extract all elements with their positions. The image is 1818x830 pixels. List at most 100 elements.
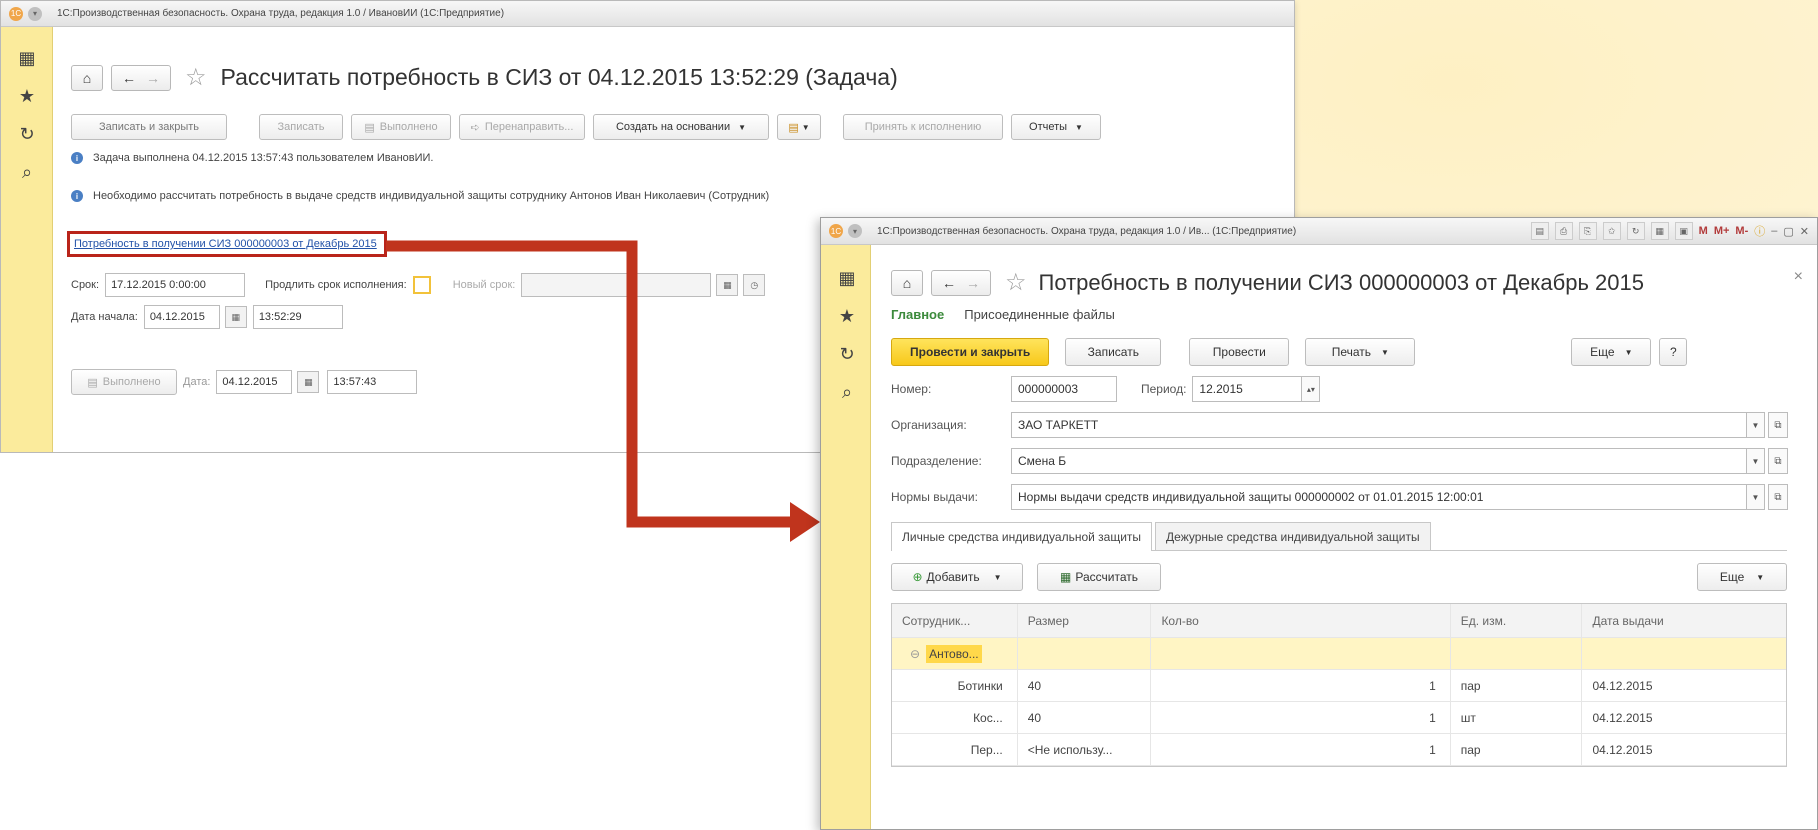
restore-icon[interactable]: ▢ — [1783, 225, 1793, 238]
favorite-star-icon[interactable]: ☆ — [1005, 268, 1027, 297]
history-icon[interactable]: ↻ — [1, 115, 53, 153]
app-logo-icon[interactable]: 1С — [829, 224, 843, 238]
link-icon[interactable]: ⎘ — [1578, 222, 1597, 240]
accept-button[interactable]: Принять к исполнению — [843, 114, 1003, 140]
grid-menu-icon[interactable]: ▦ — [1, 39, 53, 77]
memory-minus-button[interactable]: M- — [1735, 225, 1748, 237]
help-button[interactable]: ? — [1659, 338, 1688, 366]
save-close-button[interactable]: Записать и закрыть — [71, 114, 227, 140]
print-icon[interactable]: ⎙ — [1554, 222, 1573, 240]
form-tabs: Главное Присоединенные файлы — [891, 307, 1817, 322]
org-dropdown-icon[interactable]: ▼ — [1747, 412, 1765, 438]
memory-m-button[interactable]: M — [1699, 225, 1708, 237]
item-date: 04.12.2015 — [1592, 710, 1653, 725]
period-field[interactable]: 12.2015 — [1192, 376, 1303, 402]
tab-files[interactable]: Присоединенные файлы — [964, 307, 1115, 322]
home-button[interactable]: ⌂ — [71, 64, 103, 91]
done-info: i Задача выполнена 04.12.2015 13:57:43 п… — [71, 152, 1294, 164]
col-employee[interactable]: Сотрудник... — [892, 604, 1018, 637]
table-row[interactable]: Пер... <Не использу... 1 пар 04.12.2015 — [892, 734, 1786, 766]
sections-panel: ▦ ★ ↻ ⌕ — [821, 245, 871, 829]
dept-field[interactable]: Смена Б — [1011, 448, 1747, 474]
done-date-field[interactable]: 04.12.2015 — [216, 370, 293, 394]
calculate-button[interactable]: ▦ Рассчитать — [1037, 563, 1161, 591]
col-unit[interactable]: Ед. изм. — [1451, 604, 1583, 637]
tab-duty-ppe[interactable]: Дежурные средства индивидуальной защиты — [1155, 522, 1431, 550]
history-icon[interactable]: ↻ — [821, 335, 873, 373]
save-button[interactable]: Записать — [259, 114, 343, 140]
norms-dropdown-icon[interactable]: ▼ — [1747, 484, 1765, 510]
start-time-field[interactable]: 13:52:29 — [252, 305, 343, 329]
info-icon[interactable]: ⓘ — [1754, 223, 1765, 239]
done-button[interactable]: ▤ Выполнено — [351, 114, 451, 140]
table-row[interactable]: Ботинки 40 1 пар 04.12.2015 — [892, 670, 1786, 702]
org-field[interactable]: ЗАО ТАРКЕТТ — [1011, 412, 1747, 438]
grid-more-button[interactable]: Еще ▼ — [1697, 563, 1787, 591]
post-close-button[interactable]: Провести и закрыть — [891, 338, 1050, 366]
col-qty[interactable]: Кол-во — [1151, 604, 1451, 637]
document-menu-button[interactable]: ▤ ▼ — [777, 114, 821, 140]
dept-dropdown-icon[interactable]: ▼ — [1747, 448, 1765, 474]
search-icon[interactable]: ⌕ — [1, 153, 53, 191]
history-icon[interactable]: ↻ — [1626, 222, 1645, 240]
calc-icon[interactable]: ▦ — [1650, 222, 1669, 240]
back-arrow-icon[interactable]: ← — [122, 70, 136, 86]
redirect-button[interactable]: ➪ Перенаправить... — [459, 114, 585, 140]
calendar-icon[interactable]: ▦ — [224, 306, 247, 328]
group-cell-empty — [1018, 638, 1152, 669]
number-field[interactable]: 000000003 — [1011, 376, 1117, 402]
collapse-icon[interactable]: ⊖ — [910, 647, 920, 661]
deadline-field[interactable]: 17.12.2015 0:00:00 — [105, 273, 246, 297]
period-stepper[interactable]: ▴▾ — [1302, 376, 1321, 402]
favorite-star-icon[interactable]: ☆ — [185, 63, 207, 92]
copy-icon[interactable]: ▤ — [1530, 222, 1549, 240]
org-open-icon[interactable]: ⧉ — [1768, 412, 1788, 438]
dept-open-icon[interactable]: ⧉ — [1768, 448, 1788, 474]
calendar-icon[interactable]: ▦ — [297, 371, 320, 393]
page-title: Рассчитать потребность в СИЗ от 04.12.20… — [220, 64, 898, 90]
col-date[interactable]: Дата выдачи — [1582, 604, 1786, 637]
tab-main[interactable]: Главное — [891, 307, 944, 322]
new-deadline-field[interactable] — [521, 273, 712, 297]
create-based-button[interactable]: Создать на основании ▼ — [593, 114, 769, 140]
time-icon[interactable]: ◷ — [743, 274, 766, 296]
norms-label: Нормы выдачи: — [891, 490, 978, 504]
app-logo-icon[interactable]: 1С — [9, 6, 23, 21]
reports-button[interactable]: Отчеты ▼ — [1011, 114, 1101, 140]
save-button[interactable]: Записать — [1065, 338, 1162, 366]
calendar-icon[interactable]: ▦ — [716, 274, 739, 296]
minimize-icon[interactable]: – — [1771, 225, 1777, 237]
col-size[interactable]: Размер — [1018, 604, 1152, 637]
grid-menu-icon[interactable]: ▦ — [821, 259, 873, 297]
menu-icon[interactable]: ▾ — [848, 224, 862, 238]
menu-icon[interactable]: ▾ — [28, 6, 42, 21]
norms-open-icon[interactable]: ⧉ — [1768, 484, 1788, 510]
done-row-button[interactable]: ▤ Выполнено — [71, 369, 177, 395]
close-icon[interactable]: ✕ — [1800, 225, 1809, 238]
norms-row: Нормы выдачи: Нормы выдачи средств индив… — [891, 484, 1817, 510]
done-time-field[interactable]: 13:57:43 — [327, 370, 418, 394]
table-row[interactable]: Кос... 40 1 шт 04.12.2015 — [892, 702, 1786, 734]
need-document-link[interactable]: Потребность в получении СИЗ 000000003 от… — [67, 231, 387, 257]
home-button[interactable]: ⌂ — [891, 269, 923, 296]
favorites-star-icon[interactable]: ★ — [821, 297, 873, 335]
table-group-row[interactable]: ⊖ Антово... — [892, 638, 1786, 670]
extend-checkbox[interactable] — [412, 276, 431, 294]
forward-arrow-icon[interactable]: → — [146, 70, 160, 86]
search-icon[interactable]: ⌕ — [821, 373, 873, 411]
start-date-field[interactable]: 04.12.2015 — [143, 305, 220, 329]
link-text[interactable]: Потребность в получении СИЗ 000000003 от… — [74, 238, 377, 250]
favorites-icon[interactable]: ✩ — [1602, 222, 1621, 240]
back-arrow-icon[interactable]: ← — [942, 275, 956, 291]
calendar-icon[interactable]: ▣ — [1674, 222, 1693, 240]
add-button[interactable]: ⊕ Добавить ▼ — [891, 563, 1023, 591]
item-size: <Не использу... — [1018, 734, 1152, 765]
tab-personal-ppe[interactable]: Личные средства индивидуальной защиты — [891, 522, 1153, 551]
more-button[interactable]: Еще ▼ — [1571, 338, 1652, 366]
favorites-star-icon[interactable]: ★ — [1, 77, 53, 115]
norms-field[interactable]: Нормы выдачи средств индивидуальной защи… — [1011, 484, 1747, 510]
memory-plus-button[interactable]: M+ — [1714, 225, 1730, 237]
print-button[interactable]: Печать ▼ — [1305, 338, 1416, 366]
forward-arrow-icon[interactable]: → — [966, 275, 980, 291]
post-button[interactable]: Провести — [1189, 338, 1290, 366]
